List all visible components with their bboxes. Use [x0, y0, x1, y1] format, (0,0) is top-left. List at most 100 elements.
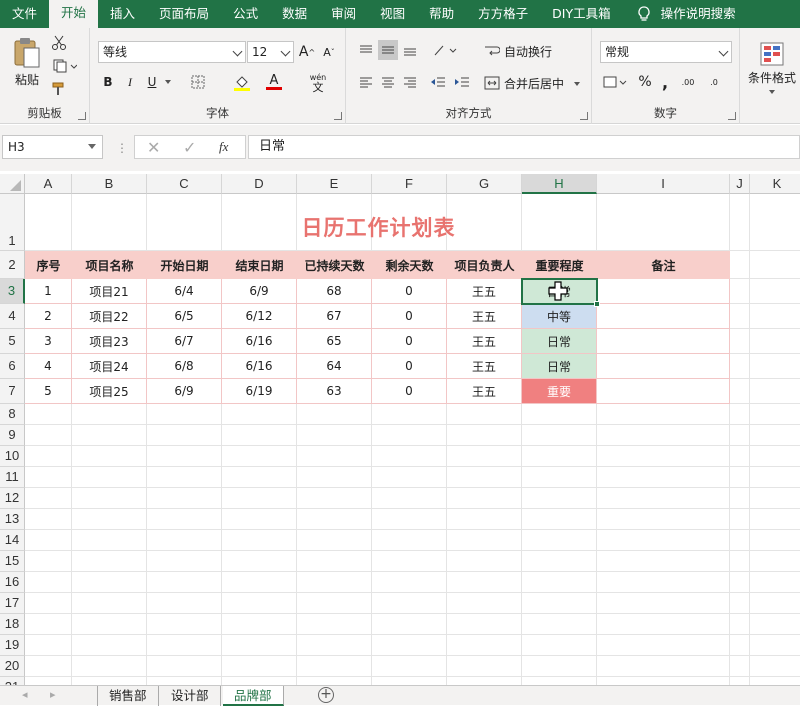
font-launcher-icon[interactable]	[334, 112, 342, 120]
table-cell[interactable]: 0	[372, 304, 447, 329]
alignment-launcher-icon[interactable]	[580, 112, 588, 120]
table-cell[interactable]: 6/8	[147, 354, 222, 379]
row-header-9[interactable]: 9	[0, 425, 25, 446]
row-header-18[interactable]: 18	[0, 614, 25, 635]
formula-bar-grip-icon[interactable]: ⋮	[116, 141, 128, 155]
menu-insert[interactable]: 插入	[98, 0, 147, 28]
table-cell[interactable]: 0	[372, 329, 447, 354]
menu-help[interactable]: 帮助	[417, 0, 466, 28]
fill-handle[interactable]	[594, 301, 600, 307]
table-cell[interactable]: 2	[25, 304, 72, 329]
sheet-tab-brand[interactable]: 品牌部	[223, 686, 284, 706]
column-header-b[interactable]: B	[72, 174, 147, 194]
menu-diy-toolbox[interactable]: DIY工具箱	[540, 0, 622, 28]
row-header-16[interactable]: 16	[0, 572, 25, 593]
row-header-19[interactable]: 19	[0, 635, 25, 656]
italic-button[interactable]: I	[120, 72, 140, 92]
fill-color-button[interactable]	[230, 72, 254, 92]
table-cell[interactable]: 6/4	[147, 279, 222, 304]
font-color-button[interactable]: A	[262, 72, 286, 92]
table-cell[interactable]: 项目25	[72, 379, 147, 404]
wrap-text-button[interactable]: 自动换行	[484, 40, 564, 62]
accounting-format-button[interactable]	[600, 72, 630, 92]
cancel-icon[interactable]: ✕	[147, 138, 160, 157]
importance-cell[interactable]: 中等	[522, 304, 597, 329]
enter-check-icon[interactable]: ✓	[183, 138, 196, 157]
conditional-formatting-button[interactable]: 条件格式	[744, 36, 800, 102]
table-cell[interactable]: 王五	[447, 279, 522, 304]
row-header-7[interactable]: 7	[0, 379, 25, 404]
scroll-left-icon[interactable]: ◂	[22, 688, 28, 701]
column-header-e[interactable]: E	[297, 174, 372, 194]
importance-cell[interactable]: 日常	[522, 329, 597, 354]
name-box[interactable]: H3	[2, 135, 103, 159]
column-header-k[interactable]: K	[750, 174, 800, 194]
formula-input[interactable]: 日常	[248, 135, 800, 159]
table-cell[interactable]: 65	[297, 329, 372, 354]
increase-font-button[interactable]: A ^	[297, 42, 317, 62]
scroll-right-icon[interactable]: ▸	[50, 688, 56, 701]
table-cell[interactable]: 68	[297, 279, 372, 304]
table-cell[interactable]: 6/5	[147, 304, 222, 329]
column-header-f[interactable]: F	[372, 174, 447, 194]
row-header-14[interactable]: 14	[0, 530, 25, 551]
column-header-h[interactable]: H	[522, 174, 597, 194]
align-center-button[interactable]	[378, 72, 398, 92]
row-header-3[interactable]: 3	[0, 279, 25, 304]
menu-home[interactable]: 开始	[49, 0, 99, 30]
percent-style-button[interactable]: %	[636, 72, 654, 92]
table-cell[interactable]: 3	[25, 329, 72, 354]
menu-review[interactable]: 审阅	[319, 0, 368, 28]
row-header-10[interactable]: 10	[0, 446, 25, 467]
menu-page-layout[interactable]: 页面布局	[147, 0, 221, 28]
align-left-button[interactable]	[356, 72, 376, 92]
table-cell[interactable]: 6/16	[222, 329, 297, 354]
menu-file[interactable]: 文件	[0, 0, 49, 28]
importance-cell[interactable]: 重要	[522, 379, 597, 404]
row-header-4[interactable]: 4	[0, 304, 25, 329]
table-cell[interactable]	[597, 379, 730, 404]
row-header-1[interactable]: 1	[0, 194, 25, 251]
align-top-button[interactable]	[356, 40, 376, 60]
copy-button[interactable]	[50, 57, 80, 75]
insert-function-button[interactable]: fx	[219, 139, 228, 155]
table-cell[interactable]: 王五	[447, 329, 522, 354]
worksheet[interactable]: A B C D E F G H I J K 1 2 3 4 5 6 7 8 9 10 11 12 13 14 15 16 17 18 19…	[0, 171, 800, 685]
table-cell[interactable]: 王五	[447, 379, 522, 404]
table-cell[interactable]: 6/12	[222, 304, 297, 329]
menu-view[interactable]: 视图	[368, 0, 417, 28]
table-cell[interactable]: 6/19	[222, 379, 297, 404]
row-header-15[interactable]: 15	[0, 551, 25, 572]
table-cell[interactable]: 项目24	[72, 354, 147, 379]
merge-center-button[interactable]: 合并后居中	[484, 72, 584, 94]
column-header-a[interactable]: A	[25, 174, 72, 194]
table-cell[interactable]: 4	[25, 354, 72, 379]
underline-button[interactable]: U	[142, 72, 162, 92]
table-cell[interactable]: 5	[25, 379, 72, 404]
decrease-indent-button[interactable]	[428, 72, 448, 92]
font-name-dropdown[interactable]: 等线	[98, 41, 246, 63]
sheet-tab-design[interactable]: 设计部	[160, 686, 221, 706]
table-cell[interactable]: 6/9	[222, 279, 297, 304]
increase-decimal-button[interactable]: .00	[676, 72, 700, 92]
table-cell[interactable]: 6/16	[222, 354, 297, 379]
font-size-dropdown[interactable]: 12	[247, 41, 294, 63]
row-header-17[interactable]: 17	[0, 593, 25, 614]
row-header-13[interactable]: 13	[0, 509, 25, 530]
tell-me-search[interactable]: 操作说明搜索	[623, 0, 748, 28]
align-bottom-button[interactable]	[400, 40, 420, 60]
table-cell[interactable]: 6/9	[147, 379, 222, 404]
table-cell[interactable]	[597, 329, 730, 354]
row-header-11[interactable]: 11	[0, 467, 25, 488]
column-header-j[interactable]: J	[730, 174, 750, 194]
row-header-8[interactable]: 8	[0, 404, 25, 425]
table-cell[interactable]	[597, 279, 730, 304]
row-header-12[interactable]: 12	[0, 488, 25, 509]
phonetic-button[interactable]: wén 文	[304, 70, 332, 96]
increase-indent-button[interactable]	[452, 72, 472, 92]
table-cell[interactable]: 项目23	[72, 329, 147, 354]
menu-formulas[interactable]: 公式	[221, 0, 270, 28]
row-header-20[interactable]: 20	[0, 656, 25, 677]
table-cell[interactable]: 64	[297, 354, 372, 379]
table-cell[interactable]: 项目22	[72, 304, 147, 329]
